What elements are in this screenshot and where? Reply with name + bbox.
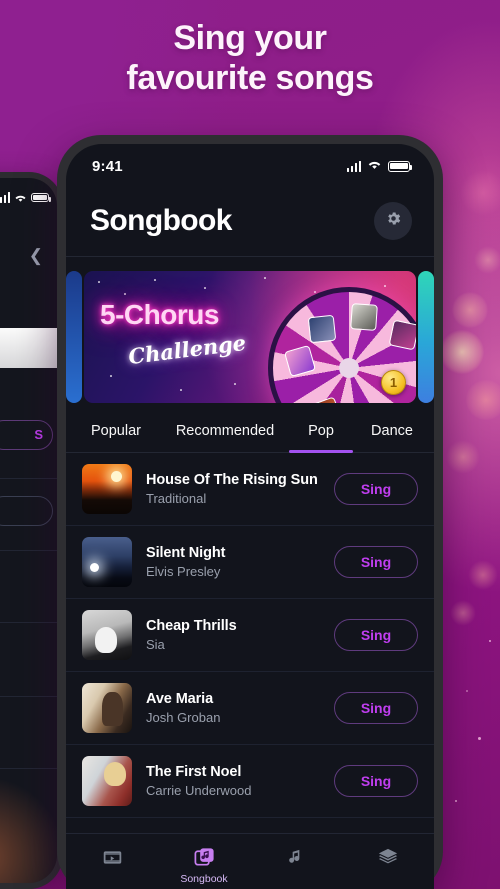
table-row[interactable]: Cheap Thrills Sia Sing [66, 599, 434, 672]
tab-popular[interactable]: Popular [70, 423, 162, 452]
nav-item-feed[interactable] [66, 845, 158, 869]
sing-button[interactable]: Sing [334, 473, 418, 505]
nav-item-songbook[interactable]: Songbook [158, 845, 250, 885]
song-artist: Sia [146, 637, 165, 652]
status-bar: 9:41 [66, 144, 434, 188]
sing-button[interactable]: Sing [334, 619, 418, 651]
category-tabs[interactable]: Popular Recommended Pop Dance [66, 407, 434, 453]
banner-badge: 1 [381, 370, 406, 395]
song-title: Silent Night [146, 545, 226, 561]
badge-count: 1 [389, 375, 398, 390]
app-header: Songbook [66, 188, 434, 256]
carousel-next-slide[interactable] [418, 271, 434, 403]
background-phone: ❮ S ... m O... Fool S... u) That C [0, 172, 63, 889]
table-row[interactable]: House Of The Rising Sun Traditional Sing [66, 453, 434, 526]
banner-title: 5-Chorus [100, 299, 219, 330]
album-art [82, 464, 132, 514]
background-phone-banner [0, 328, 57, 368]
promo-headline: Sing your favourite songs [0, 18, 500, 98]
layers-icon [376, 845, 400, 869]
headline-line-1: Sing your [173, 19, 327, 57]
nav-item-label: Songbook [180, 873, 228, 885]
cellular-bars-icon [346, 160, 361, 172]
app-screen: 9:41 Songbook 5-Chorus Challenge 1 Popul… [66, 144, 434, 889]
song-artist: Carrie Underwood [146, 783, 252, 798]
banner-subtitle: Challenge [126, 329, 248, 370]
song-title: House Of The Rising Sun [146, 472, 318, 488]
carousel-prev-slide[interactable] [66, 271, 82, 403]
table-row[interactable]: Ave Maria Josh Groban Sing [66, 672, 434, 745]
song-artist: Traditional [146, 491, 207, 506]
background-phone-status [0, 192, 52, 203]
header-divider [66, 256, 434, 257]
song-artist: Elvis Presley [146, 564, 221, 579]
song-list: House Of The Rising Sun Traditional Sing… [66, 453, 434, 818]
status-bar-time: 9:41 [92, 157, 123, 175]
album-art [82, 683, 132, 733]
tab-pop[interactable]: Pop [288, 423, 354, 452]
sing-button[interactable]: Sing [334, 692, 418, 724]
device-frame: 9:41 Songbook 5-Chorus Challenge 1 Popul… [57, 135, 443, 889]
battery-full-icon [388, 160, 413, 172]
nav-item-music[interactable] [250, 845, 342, 869]
song-title: The First Noel [146, 764, 242, 780]
sing-button[interactable]: Sing [334, 546, 418, 578]
table-row[interactable]: The First Noel Carrie Underwood Sing [66, 745, 434, 818]
banner-carousel[interactable]: 5-Chorus Challenge 1 [66, 267, 434, 407]
gear-icon [385, 210, 402, 232]
song-title: Cheap Thrills [146, 618, 237, 634]
share-icon: ❮ [28, 246, 43, 265]
page-title: Songbook [90, 204, 232, 237]
song-title: Ave Maria [146, 691, 214, 707]
tab-recommended[interactable]: Recommended [162, 423, 288, 452]
album-art [82, 610, 132, 660]
background-sing-button: S [0, 420, 53, 450]
songbook-icon [192, 845, 216, 869]
album-art [82, 756, 132, 806]
table-row[interactable]: Silent Night Elvis Presley Sing [66, 526, 434, 599]
tab-dance[interactable]: Dance [354, 423, 430, 452]
bottom-navigation: Songbook [66, 833, 434, 889]
song-artist: Josh Groban [146, 710, 221, 725]
music-note-icon [284, 845, 308, 869]
wifi-icon [367, 157, 382, 175]
settings-button[interactable] [374, 202, 412, 240]
nav-item-library[interactable] [342, 845, 434, 869]
promo-banner-card[interactable]: 5-Chorus Challenge 1 [84, 271, 416, 403]
headline-line-2: favourite songs [126, 59, 374, 98]
sing-button[interactable]: Sing [334, 765, 418, 797]
video-feed-icon [100, 845, 124, 869]
album-art [82, 537, 132, 587]
